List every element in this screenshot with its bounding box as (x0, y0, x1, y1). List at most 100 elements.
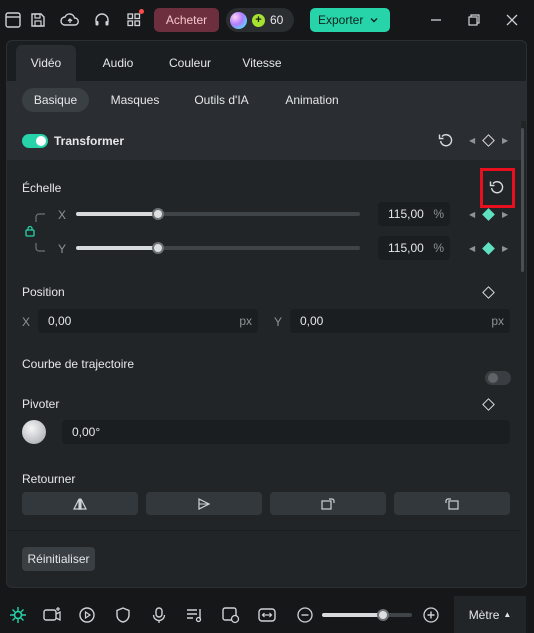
microphone-icon[interactable] (148, 604, 170, 626)
credits-pill[interactable]: + 60 (226, 8, 294, 32)
media-settings-icon[interactable] (220, 604, 242, 626)
position-label: Position (22, 285, 65, 299)
transform-toggle[interactable] (22, 134, 48, 148)
rotate-clockwise-button[interactable] (270, 492, 386, 515)
flip-vertical-icon (198, 497, 211, 510)
export-button[interactable]: Exporter (310, 8, 390, 32)
scale-y-next-keyframe-icon[interactable]: ▶ (502, 244, 508, 253)
scale-y-label: Y (58, 242, 67, 256)
headset-icon[interactable] (90, 8, 114, 32)
zoom-slider-handle[interactable] (377, 609, 389, 621)
window-icon[interactable] (1, 8, 25, 32)
prev-keyframe-icon[interactable]: ◀ (469, 136, 475, 145)
reset-transform-icon[interactable] (438, 132, 454, 148)
metre-dropdown[interactable]: Mètre ▲ (454, 596, 526, 633)
scale-y-unit: % (433, 241, 444, 255)
subtab-animation[interactable]: Animation (276, 88, 348, 112)
position-y-unit: px (491, 314, 504, 328)
subtab-basique[interactable]: Basique (22, 88, 89, 112)
ai-orb-icon (230, 11, 247, 29)
rotate-dial[interactable] (22, 420, 46, 444)
position-x-label: X (22, 315, 31, 329)
credits-count: 60 (270, 13, 284, 27)
scale-y-value: 115,00 (388, 241, 424, 255)
rotate-input[interactable]: 0,00° (62, 420, 510, 444)
position-x-unit: px (239, 314, 252, 328)
tab-video-label: Vidéo (30, 56, 62, 70)
scale-x-slider-fill (76, 212, 158, 216)
minimize-icon[interactable] (424, 8, 448, 32)
position-x-value: 0,00 (48, 314, 72, 328)
reset-button[interactable]: Réinitialiser (22, 547, 95, 571)
rotate-value: 0,00° (72, 425, 101, 439)
flip-horizontal-icon (73, 497, 87, 510)
tab-vitesse-label: Vitesse (242, 56, 282, 70)
tab-audio-label: Audio (102, 56, 134, 70)
highlight-box (480, 168, 515, 208)
position-y-input[interactable]: 0,00 px (290, 309, 510, 333)
metre-label: Mètre (468, 607, 500, 622)
flip-horizontal-button[interactable] (22, 492, 138, 515)
position-y-label: Y (274, 315, 283, 329)
scale-y-input[interactable]: 115,00 % (378, 236, 450, 260)
close-icon[interactable] (500, 8, 524, 32)
subtab-masques[interactable]: Masques (103, 88, 167, 112)
subtab-outils-ia[interactable]: Outils d'IA (184, 88, 259, 112)
reset-label: Réinitialiser (27, 552, 90, 566)
subtab-animation-label: Animation (285, 93, 339, 107)
restore-icon[interactable] (462, 8, 486, 32)
tab-audio[interactable]: Audio (90, 45, 146, 81)
save-icon[interactable] (26, 8, 50, 32)
scale-x-prev-keyframe-icon[interactable]: ◀ (469, 210, 475, 219)
divider (7, 530, 521, 531)
lock-icon[interactable] (24, 225, 36, 237)
next-keyframe-icon[interactable]: ▶ (502, 136, 508, 145)
music-list-icon[interactable] (184, 604, 206, 626)
scale-x-value: 115,00 (388, 207, 424, 221)
panel-scrollbar[interactable] (521, 128, 524, 272)
rotate-label: Pivoter (22, 397, 60, 411)
scale-y-slider-fill (76, 246, 158, 250)
scale-x-next-keyframe-icon[interactable]: ▶ (502, 210, 508, 219)
position-y-value: 0,00 (300, 314, 324, 328)
rotate-counterclockwise-button[interactable] (394, 492, 510, 515)
buy-button[interactable]: Acheter (154, 8, 219, 32)
subtab-basique-label: Basique (33, 93, 78, 107)
transform-title: Transformer (54, 134, 125, 148)
zoom-in-icon[interactable] (420, 604, 442, 626)
scale-x-label: X (58, 208, 67, 222)
scale-label: Échelle (22, 181, 62, 195)
tab-vitesse[interactable]: Vitesse (234, 45, 290, 81)
flip-vertical-button[interactable] (146, 492, 262, 515)
play-media-icon[interactable] (76, 604, 98, 626)
scale-x-slider-handle[interactable] (152, 208, 164, 220)
export-label: Exporter (318, 13, 364, 27)
rotate-clockwise-icon (321, 497, 335, 510)
tab-couleur[interactable]: Couleur (160, 45, 220, 81)
rotate-counterclockwise-icon (445, 497, 459, 510)
zoom-out-icon[interactable] (294, 604, 316, 626)
motion-curve-label: Courbe de trajectoire (22, 357, 135, 371)
subtab-masques-label: Masques (110, 93, 160, 107)
fit-width-icon[interactable] (256, 604, 278, 626)
caret-up-icon: ▲ (503, 610, 512, 619)
chevron-down-icon (370, 18, 378, 23)
scale-y-slider-handle[interactable] (152, 242, 164, 254)
shield-icon[interactable] (112, 604, 134, 626)
motion-curve-toggle[interactable] (485, 371, 511, 385)
cloud-upload-icon[interactable] (58, 8, 82, 32)
ai-sparkle-icon[interactable] (7, 604, 29, 626)
add-credits-icon: + (252, 13, 265, 27)
tab-video[interactable]: Vidéo (16, 45, 76, 81)
scale-x-input[interactable]: 115,00 % (378, 202, 450, 226)
zoom-slider-fill (322, 613, 383, 617)
scale-y-prev-keyframe-icon[interactable]: ◀ (469, 244, 475, 253)
subtab-outils-ia-label: Outils d'IA (194, 93, 249, 107)
flip-label: Retourner (22, 472, 76, 486)
position-x-input[interactable]: 0,00 px (38, 309, 258, 333)
add-media-icon[interactable] (41, 604, 63, 626)
scale-x-unit: % (433, 207, 444, 221)
notification-dot (139, 9, 144, 14)
buy-label: Acheter (165, 13, 208, 27)
tab-couleur-label: Couleur (168, 56, 212, 70)
